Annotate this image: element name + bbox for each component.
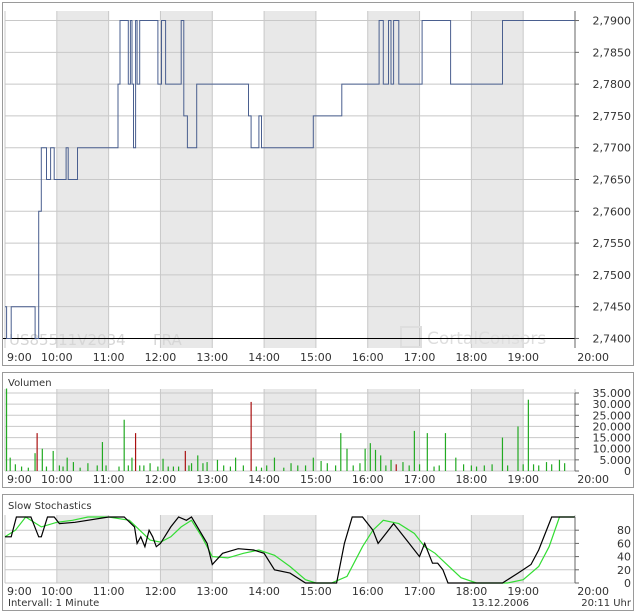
y-tick-label: 2,7450 (593, 301, 632, 314)
x-tick-label: 15:00 (300, 473, 332, 486)
x-tick-label: 13:00 (196, 473, 228, 486)
y-tick-label: 2,7750 (593, 110, 632, 123)
x-tick-label: 14:00 (248, 351, 280, 364)
x-tick-label: 11:00 (93, 473, 125, 486)
x-tick-label: 15:00 (300, 585, 332, 598)
footer-date: 13.12.2006 (472, 598, 529, 609)
x-tick-label: 14:00 (248, 473, 280, 486)
x-tick-label: 10:00 (41, 585, 73, 598)
x-tick-label: 20:00 (577, 585, 609, 598)
x-tick-label: 11:00 (93, 351, 125, 364)
footer-time: 20:11 Uhr (581, 598, 632, 609)
shaded-hour-band (367, 515, 420, 583)
x-tick-label: 13:00 (196, 585, 228, 598)
x-tick-label: 20:00 (577, 473, 609, 486)
volume-chart-panel: 35.000 30.000 25.000 20.000 15.000 10.000 5.00… (2, 372, 634, 488)
x-tick-label: 17:00 (404, 351, 436, 364)
y-tick-label: 2,7500 (593, 269, 632, 282)
watermark-logo: CortalConsors (427, 329, 546, 349)
price-chart-panel: US85511V2034 FRA CortalConsors 2,7900 2,7… (2, 2, 634, 366)
x-tick-label: 19:00 (507, 473, 539, 486)
shaded-hour-band (56, 389, 109, 471)
footer-interval: Intervall: 1 Minute (8, 598, 99, 609)
x-tick-label: 16:00 (352, 473, 384, 486)
x-tick-label: 17:00 (404, 473, 436, 486)
x-tick-label: 14:00 (248, 585, 280, 598)
x-tick-label: 9:00 (7, 473, 32, 486)
x-tick-label: 12:00 (145, 585, 177, 598)
x-tick-label: 18:00 (456, 473, 488, 486)
stochastics-chart: 806040200 9:00 10:00 11:00 12:00 13:00 14:00 1… (4, 501, 632, 609)
y-tick-label: 2,7400 (593, 332, 632, 345)
x-tick-label: 11:00 (93, 585, 125, 598)
y-tick-label: 2,7600 (593, 205, 632, 218)
y-tick-label: 40 (617, 551, 631, 564)
x-tick-label: 19:00 (507, 351, 539, 364)
y-tick-label: 0 (624, 465, 631, 478)
y-tick-label: 20 (617, 564, 631, 577)
shaded-hour-band (160, 389, 213, 471)
x-tick-label: 12:00 (145, 351, 177, 364)
volume-chart: 35.00030.00025.00020.00015.00010.0005.00… (4, 378, 631, 486)
y-tick-label: 2,7900 (593, 15, 632, 28)
price-chart: US85511V2034 FRA CortalConsors 2,7900 2,7… (3, 11, 632, 364)
x-tick-label: 18:00 (456, 351, 488, 364)
y-tick-label: 0 (624, 577, 631, 590)
y-tick-label: 2,7850 (593, 46, 632, 59)
y-tick-label: 2,7650 (593, 174, 632, 187)
x-tick-label: 18:00 (456, 585, 488, 598)
x-tick-label: 20:00 (577, 351, 609, 364)
shaded-hour-band (160, 515, 213, 583)
y-tick-label: 2,7800 (593, 78, 632, 91)
y-tick-label: 60 (617, 537, 631, 550)
stochastics-chart-panel: 80 60 40 20 0 9:00 10:00 11:00 12:00 13:00 14:00 1… (2, 494, 634, 611)
x-tick-label: 12:00 (145, 473, 177, 486)
x-tick-label: 10:00 (41, 351, 73, 364)
x-tick-label: 17:00 (404, 585, 436, 598)
y-tick-label: 80 (617, 524, 631, 537)
volume-title: Volumen (8, 378, 52, 389)
x-tick-label: 16:00 (352, 351, 384, 364)
shaded-hour-band (471, 515, 524, 583)
shaded-hour-band (56, 515, 109, 583)
x-tick-label: 10:00 (41, 473, 73, 486)
watermark-exchange: FRA (153, 331, 182, 349)
watermark-isin: US85511V2034 (9, 331, 126, 349)
shaded-hour-band (264, 389, 316, 471)
x-tick-label: 16:00 (352, 585, 384, 598)
x-tick-label: 9:00 (7, 351, 32, 364)
x-tick-label: 9:00 (7, 585, 32, 598)
y-tick-label: 2,7550 (593, 237, 632, 250)
x-tick-label: 13:00 (196, 351, 228, 364)
y-tick-label: 2,7700 (593, 142, 632, 155)
shaded-hour-band (471, 389, 524, 471)
stochastics-title: Slow Stochastics (8, 501, 92, 512)
x-tick-label: 19:00 (507, 585, 539, 598)
x-tick-label: 15:00 (300, 351, 332, 364)
